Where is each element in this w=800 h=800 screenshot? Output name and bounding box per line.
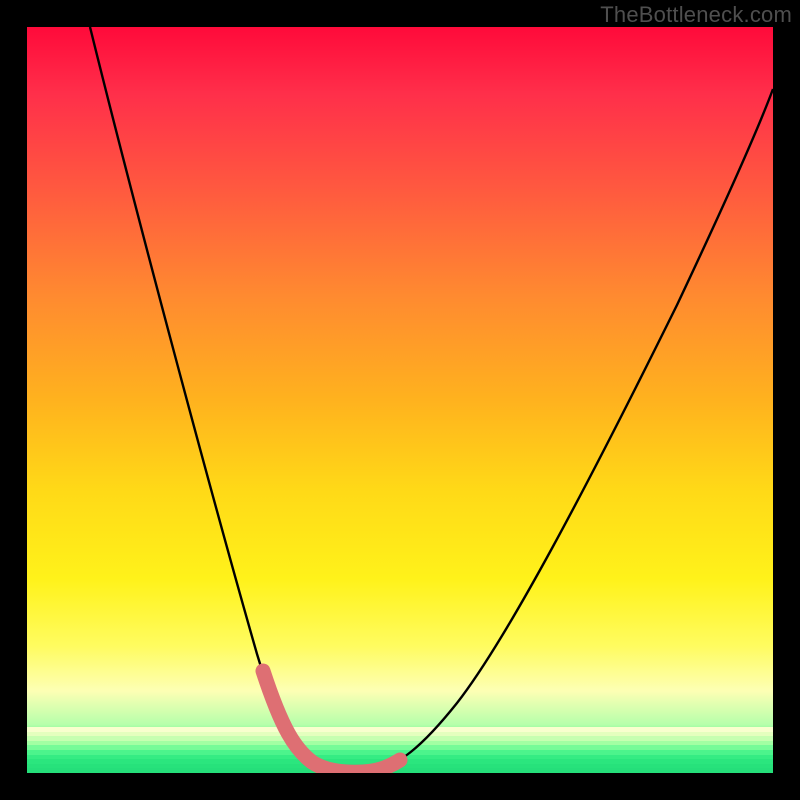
- plot-area: [27, 27, 773, 773]
- watermark-text: TheBottleneck.com: [600, 2, 792, 28]
- bottleneck-curve: [90, 27, 773, 772]
- chart-frame: TheBottleneck.com: [0, 0, 800, 800]
- curve-svg: [27, 27, 773, 773]
- trough-highlight: [263, 671, 400, 772]
